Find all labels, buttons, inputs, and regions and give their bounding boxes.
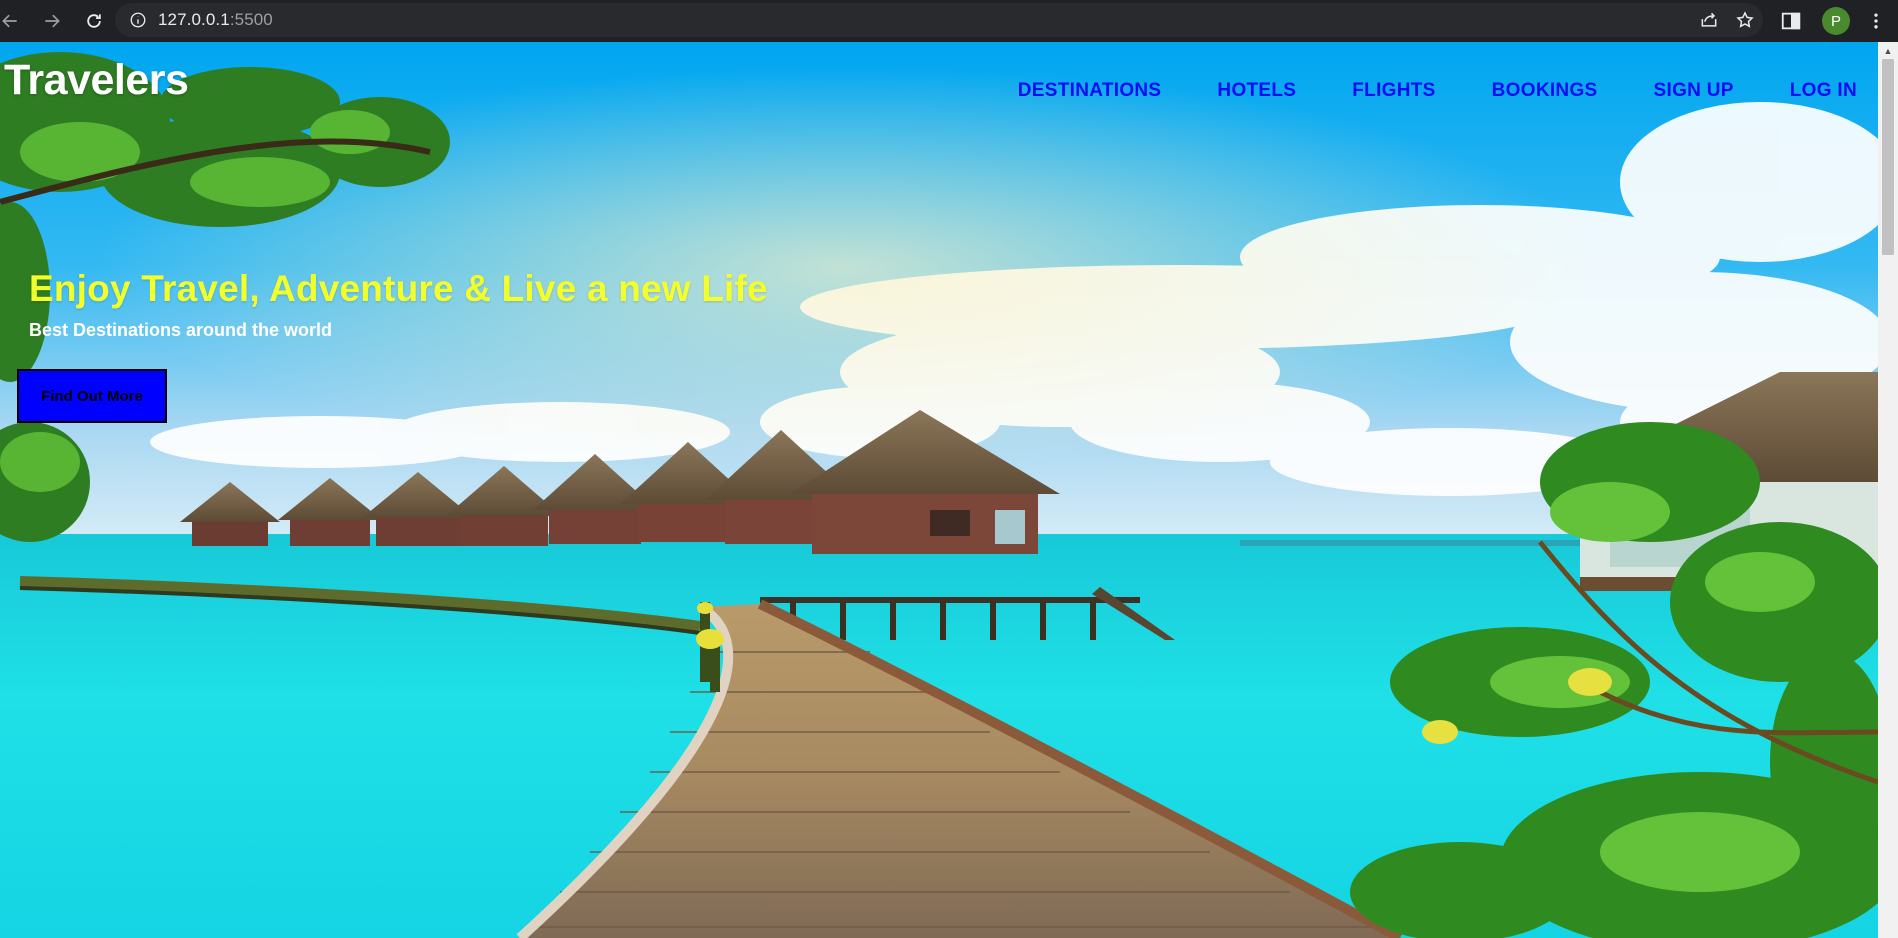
nav-log-in[interactable]: LOG IN	[1790, 80, 1857, 102]
main-nav: DESTINATIONS HOTELS FLIGHTS BOOKINGS SIG…	[962, 80, 1857, 102]
side-panel-icon[interactable]	[1780, 10, 1802, 32]
share-button[interactable]	[1699, 10, 1719, 30]
forward-button[interactable]	[34, 3, 70, 39]
browser-toolbar: 127.0.0.1:5500 P	[0, 0, 1898, 42]
url-host: 127.0.0.1	[158, 10, 230, 29]
page-viewport: Travelers DESTINATIONS HOTELS FLIGHTS BO…	[0, 42, 1878, 938]
bookmark-button[interactable]	[1735, 10, 1755, 30]
hero-text: Enjoy Travel, Adventure & Live a new Lif…	[29, 268, 768, 341]
nav-bookings[interactable]: BOOKINGS	[1492, 80, 1598, 102]
address-bar[interactable]: 127.0.0.1:5500	[115, 3, 1763, 37]
profile-avatar[interactable]: P	[1822, 7, 1850, 35]
bookmark-star-icon	[1736, 11, 1754, 28]
reload-button[interactable]	[76, 3, 112, 39]
share-icon	[1701, 12, 1717, 27]
site-info-icon[interactable]	[129, 11, 147, 29]
hero-title: Enjoy Travel, Adventure & Live a new Lif…	[29, 268, 768, 309]
scroll-thumb[interactable]	[1882, 59, 1894, 255]
url-text[interactable]: 127.0.0.1:5500	[158, 10, 273, 30]
hero-section: Travelers DESTINATIONS HOTELS FLIGHTS BO…	[0, 42, 1878, 938]
url-port: :5500	[229, 10, 273, 29]
nav-flights[interactable]: FLIGHTS	[1352, 80, 1435, 102]
forward-icon	[45, 14, 60, 28]
find-out-more-button[interactable]: Find Out More	[17, 369, 167, 423]
nav-sign-up[interactable]: SIGN UP	[1654, 80, 1734, 102]
reload-icon	[87, 14, 101, 28]
page-scrollbar[interactable]: ▲	[1878, 42, 1898, 938]
nav-hotels[interactable]: HOTELS	[1217, 80, 1296, 102]
back-icon	[2, 14, 17, 28]
hero-background-image	[0, 42, 1878, 938]
site-logo[interactable]: Travelers	[4, 56, 189, 105]
back-button[interactable]	[0, 3, 28, 39]
more-menu-icon[interactable]	[1866, 11, 1886, 31]
scroll-up-arrow-icon[interactable]: ▲	[1878, 42, 1898, 59]
site-header: Travelers DESTINATIONS HOTELS FLIGHTS BO…	[0, 42, 1878, 132]
hero-subtitle: Best Destinations around the world	[29, 320, 333, 340]
nav-destinations[interactable]: DESTINATIONS	[1018, 80, 1162, 102]
